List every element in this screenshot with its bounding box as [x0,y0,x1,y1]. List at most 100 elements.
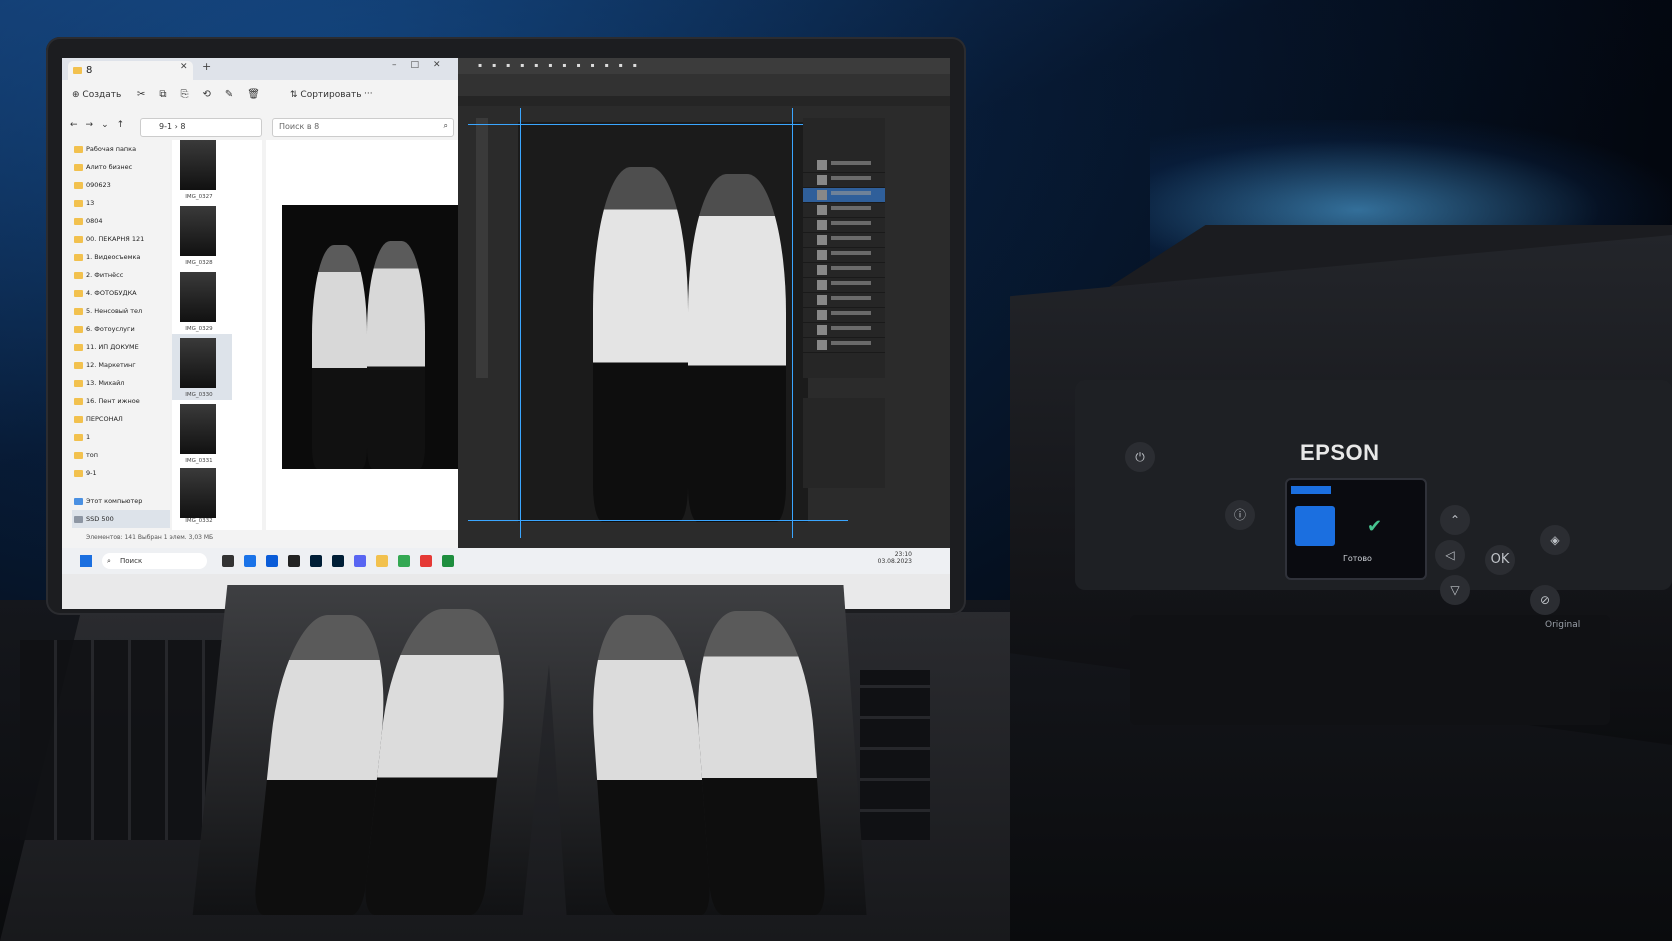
clock-time: 23:10 [894,551,912,558]
layer-thumbnail [817,280,827,290]
thumbnail-label: IMG_0327 [185,194,213,200]
printer-lcd-screen[interactable]: ✔ Готово [1285,478,1427,580]
layer-row[interactable] [803,233,885,248]
layer-row[interactable] [803,263,885,278]
nav-item[interactable]: Алито бизнес [72,158,170,176]
layer-row[interactable] [803,218,885,233]
create-button[interactable]: ⊕ Создать [72,90,121,100]
taskbar-app-icon[interactable] [420,555,432,567]
thumbnail-image[interactable] [180,404,216,454]
taskbar-app-icon[interactable] [442,555,454,567]
up-arrow-icon[interactable]: ⌃ [1440,505,1470,535]
nav-item-label: 1. Видеосъемка [86,253,141,261]
nav-item[interactable]: 16. Пент ижное [72,392,170,410]
layer-row[interactable] [803,338,885,353]
explorer-tab-title: 8 [86,65,93,76]
nav-item[interactable]: 1. Видеосъемка [72,248,170,266]
left-arrow-icon[interactable]: ◁ [1435,540,1465,570]
taskbar-app-icon[interactable] [332,555,344,567]
sort-button[interactable]: ⇅ Сортировать [290,90,362,100]
power-icon[interactable]: ⏻ [1125,442,1155,472]
address-bar[interactable]: 9-1 › 8 [140,118,262,137]
folder-icon [74,182,83,189]
thumbnail-image[interactable] [180,468,216,518]
layer-row[interactable] [803,203,885,218]
windows-taskbar: ⌕ Поиск 23:10 03.08.2023 [62,548,950,574]
nav-item[interactable]: ПЕРСОНАЛ [72,410,170,428]
thumbnail-image[interactable] [180,140,216,190]
nav-item[interactable]: 13 [72,194,170,212]
window-controls[interactable]: –□✕ [392,60,455,70]
taskbar-app-icon[interactable] [222,555,234,567]
nav-item[interactable]: 9-1 [72,464,170,482]
document-tab[interactable] [458,96,950,106]
thumbnail-image-selected[interactable] [180,338,216,388]
layer-row[interactable] [803,173,885,188]
explorer-status-bar: Элементов: 141 Выбран 1 элем. 3,03 МБ [86,534,214,541]
layer-row-selected[interactable] [803,188,885,203]
new-tab-icon[interactable]: + [202,60,211,73]
taskbar-app-icon[interactable] [266,555,278,567]
down-arrow-icon[interactable]: ▽ [1440,575,1470,605]
taskbar-clock[interactable]: 23:10 03.08.2023 [852,551,912,565]
nav-item[interactable]: Рабочая папка [72,140,170,158]
start-copy-button[interactable]: ◈ [1540,525,1570,555]
photoshop-toolbar[interactable] [476,118,488,378]
taskbar-app-icon[interactable] [398,555,410,567]
nav-item[interactable]: 11. ИП ДОКУМЕ [72,338,170,356]
close-tab-icon[interactable]: ✕ [180,62,188,72]
nav-item[interactable]: 5. Ненсовый тел [72,302,170,320]
nav-item[interactable]: 12. Маркетинг [72,356,170,374]
layer-name [831,341,871,345]
nav-item[interactable]: 0804 [72,212,170,230]
nav-item-this-pc[interactable]: Этот компьютер [72,492,170,510]
lcd-copy-tile[interactable] [1295,506,1335,546]
stop-icon[interactable]: ⊘ [1530,585,1560,615]
folder-icon [74,254,83,261]
file-explorer-taskbar-icon[interactable] [376,555,388,567]
nav-item[interactable]: 4. ФОТОБУДКА [72,284,170,302]
menu-placeholder[interactable]: ▪▪▪▪▪▪▪▪▪▪▪▪ [478,62,647,69]
layer-row[interactable] [803,278,885,293]
nav-item[interactable]: 00. ПЕКАРНЯ 121 [72,230,170,248]
layer-row[interactable] [803,248,885,263]
nav-item-label: SSD 500 [86,515,114,523]
ok-button[interactable]: OK [1485,545,1515,575]
thumbnail-image[interactable] [180,272,216,322]
nav-item-ssd[interactable]: SSD 500 [72,510,170,528]
thumbnail-image[interactable] [180,206,216,256]
search-icon: ⌕ [443,121,448,130]
more-button[interactable]: ··· [364,89,373,99]
search-input[interactable]: Поиск в 8 ⌕ [272,118,454,137]
photoshop-canvas[interactable] [518,122,808,522]
nav-item[interactable]: 13. Михайл [72,374,170,392]
explorer-tab[interactable]: 8 [68,61,193,80]
nav-item-label: 12. Маркетинг [86,361,136,369]
nav-item[interactable]: 6. Фотоуслуги [72,320,170,338]
layer-row[interactable] [803,323,885,338]
toolbar-icons[interactable]: ✂⧉⎘⟲✎🗑 [137,89,274,100]
taskbar-search[interactable]: ⌕ Поиск [102,553,207,569]
folder-icon [74,236,83,243]
photoshop-taskbar-icon[interactable] [310,555,322,567]
nav-item[interactable]: 090623 [72,176,170,194]
lcd-header [1291,486,1331,494]
nav-item[interactable]: топ [72,446,170,464]
nav-item[interactable]: 1 [72,428,170,446]
taskbar-app-icon[interactable] [288,555,300,567]
nav-item-label: 1 [86,433,91,441]
layer-name [831,206,871,210]
layer-row[interactable] [803,158,885,173]
folder-icon [74,200,83,207]
taskbar-app-icon[interactable] [354,555,366,567]
nav-item[interactable]: 2. Фитнёсс [72,266,170,284]
info-button[interactable]: ⓘ [1225,500,1255,530]
layer-row[interactable] [803,293,885,308]
photo-print-left [192,585,558,915]
taskbar-app-icon[interactable] [244,555,256,567]
nav-item-label: 090623 [86,181,111,189]
layer-row[interactable] [803,308,885,323]
person-right [362,609,515,915]
nav-arrows[interactable]: ←→⌄↑ [70,120,132,130]
start-icon[interactable] [80,555,92,567]
